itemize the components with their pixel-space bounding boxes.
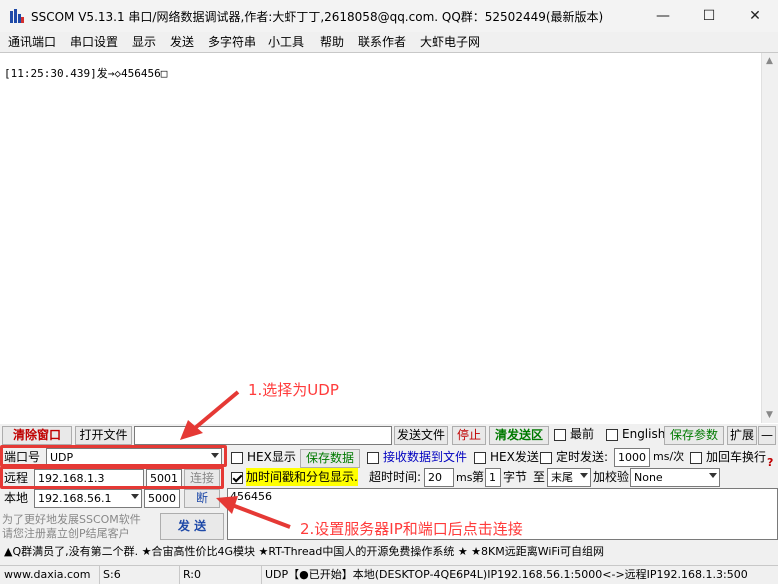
english-label: English xyxy=(622,427,666,441)
status-received: R:0 xyxy=(180,566,262,584)
menu-multi-string[interactable]: 多字符串 xyxy=(208,33,256,51)
byte-to-value: 末尾 xyxy=(551,471,573,484)
maximize-button[interactable]: ☐ xyxy=(686,0,732,32)
highlight-remote-connect xyxy=(0,466,224,489)
menu-display[interactable]: 显示 xyxy=(132,33,156,51)
clear-window-button[interactable]: 清除窗口 xyxy=(2,426,72,445)
status-url[interactable]: www.daxia.com xyxy=(0,566,100,584)
save-params-button[interactable]: 保存参数 xyxy=(664,426,724,445)
status-sent: S:6 xyxy=(100,566,180,584)
hex-display-label: HEX显示 xyxy=(247,450,296,464)
byte-from-input[interactable]: 1 xyxy=(485,468,501,487)
scroll-down-icon[interactable]: ▼ xyxy=(766,410,773,420)
menu-help[interactable]: 帮助 xyxy=(320,33,344,51)
ad-ticker[interactable]: ▲Q群满员了,没有第二个群. ★合宙高性价比4G模块 ★RT-Thread中国人… xyxy=(0,543,778,561)
menu-contact-author[interactable]: 联系作者 xyxy=(358,33,406,51)
byte-to-select[interactable]: 末尾 xyxy=(547,468,591,487)
open-file-button[interactable]: 打开文件 xyxy=(75,426,132,445)
send-file-button[interactable]: 发送文件 xyxy=(394,426,448,445)
status-info: UDP【●已开始】本地(DESKTOP-4QE6P4L)IP192.168.56… xyxy=(265,568,748,581)
receive-area[interactable]: [11:25:30.439]发→◇456456□ ▲ ▼ xyxy=(0,52,778,424)
timeout-unit: ms xyxy=(456,471,473,484)
local-label: 本地 xyxy=(4,491,29,505)
local-ip-select[interactable]: 192.168.56.1 xyxy=(34,489,142,508)
hex-send-label: HEX发送 xyxy=(490,450,539,464)
window-title: SSCOM V5.13.1 串口/网络数据调试器,作者:大虾丁丁,2618058… xyxy=(31,10,604,24)
menu-bar: 通讯端口 串口设置 显示 发送 多字符串 小工具 帮助 联系作者 大虾电子网 xyxy=(0,32,778,52)
promo-line-2: 请您注册嘉立创P结尾客户 xyxy=(2,527,130,540)
send-button[interactable]: 发 送 xyxy=(160,513,224,540)
menu-send[interactable]: 发送 xyxy=(170,33,194,51)
send-content: 456456 xyxy=(230,490,272,503)
checksum-select[interactable]: None xyxy=(630,468,720,487)
app-icon xyxy=(10,9,24,23)
recv-to-file-checkbox[interactable] xyxy=(367,452,379,464)
timeout-input[interactable]: 20 xyxy=(424,468,454,487)
status-bar: www.daxia.com S:6 R:0 UDP【●已开始】本地(DESKTO… xyxy=(0,565,778,584)
receive-line: [11:25:30.439]发→◇456456□ xyxy=(4,67,168,80)
hex-display-checkbox[interactable] xyxy=(231,452,243,464)
receive-scrollbar[interactable]: ▲ ▼ xyxy=(761,53,778,423)
scroll-up-icon[interactable]: ▲ xyxy=(766,56,773,66)
add-newline-label: 加回车换行 xyxy=(706,450,767,464)
english-checkbox[interactable] xyxy=(606,429,618,441)
menu-serial-settings[interactable]: 串口设置 xyxy=(70,33,118,51)
checksum-value: None xyxy=(634,471,663,484)
save-data-button[interactable]: 保存数据 xyxy=(300,449,360,468)
hex-send-checkbox[interactable] xyxy=(474,452,486,464)
expand-button[interactable]: 扩展 xyxy=(727,426,757,445)
timeout-label: 超时时间: xyxy=(369,470,422,484)
add-newline-checkbox[interactable] xyxy=(690,452,702,464)
timed-send-checkbox[interactable] xyxy=(540,452,552,464)
disconnect-button[interactable]: 断 xyxy=(184,489,220,508)
chevron-down-icon xyxy=(131,494,139,499)
checksum-label: 加校验 xyxy=(593,470,630,484)
annotation-step-2: 2.设置服务器IP和端口后点击连接 xyxy=(300,520,523,538)
menu-comm-port[interactable]: 通讯端口 xyxy=(8,33,56,51)
minimize-button[interactable]: — xyxy=(640,0,686,32)
annotation-step-1: 1.选择为UDP xyxy=(248,381,339,399)
collapse-button[interactable]: — xyxy=(758,426,776,445)
timed-send-label: 定时发送: xyxy=(556,450,609,464)
byte-unit-label: 字节 xyxy=(503,470,528,484)
chevron-down-icon xyxy=(709,473,717,478)
byte-prefix-label: 第 xyxy=(472,470,485,484)
title-bar: SSCOM V5.13.1 串口/网络数据调试器,作者:大虾丁丁,2618058… xyxy=(0,0,778,32)
file-path-input[interactable] xyxy=(134,426,392,445)
topmost-label: 最前 xyxy=(570,427,595,441)
local-ip-value: 192.168.56.1 xyxy=(38,492,112,505)
timestamp-label: 加时间戳和分包显示. xyxy=(246,468,358,486)
menu-tools[interactable]: 小工具 xyxy=(268,33,304,51)
timestamp-checkbox[interactable] xyxy=(231,472,243,484)
recv-to-file-label: 接收数据到文件 xyxy=(383,450,468,464)
chevron-down-icon xyxy=(580,473,588,478)
help-icon[interactable]: ? xyxy=(767,454,773,472)
menu-daxia-site[interactable]: 大虾电子网 xyxy=(420,33,480,51)
interval-input[interactable]: 1000 xyxy=(614,448,650,467)
stop-button[interactable]: 停止 xyxy=(452,426,486,445)
close-button[interactable]: ✕ xyxy=(732,0,778,32)
highlight-port-select xyxy=(0,445,227,467)
interval-unit: ms/次 xyxy=(653,450,685,463)
byte-to-label: 至 xyxy=(533,470,546,484)
local-port-input[interactable]: 5000 xyxy=(144,489,180,508)
clear-send-button[interactable]: 清发送区 xyxy=(489,426,549,445)
topmost-checkbox[interactable] xyxy=(554,429,566,441)
